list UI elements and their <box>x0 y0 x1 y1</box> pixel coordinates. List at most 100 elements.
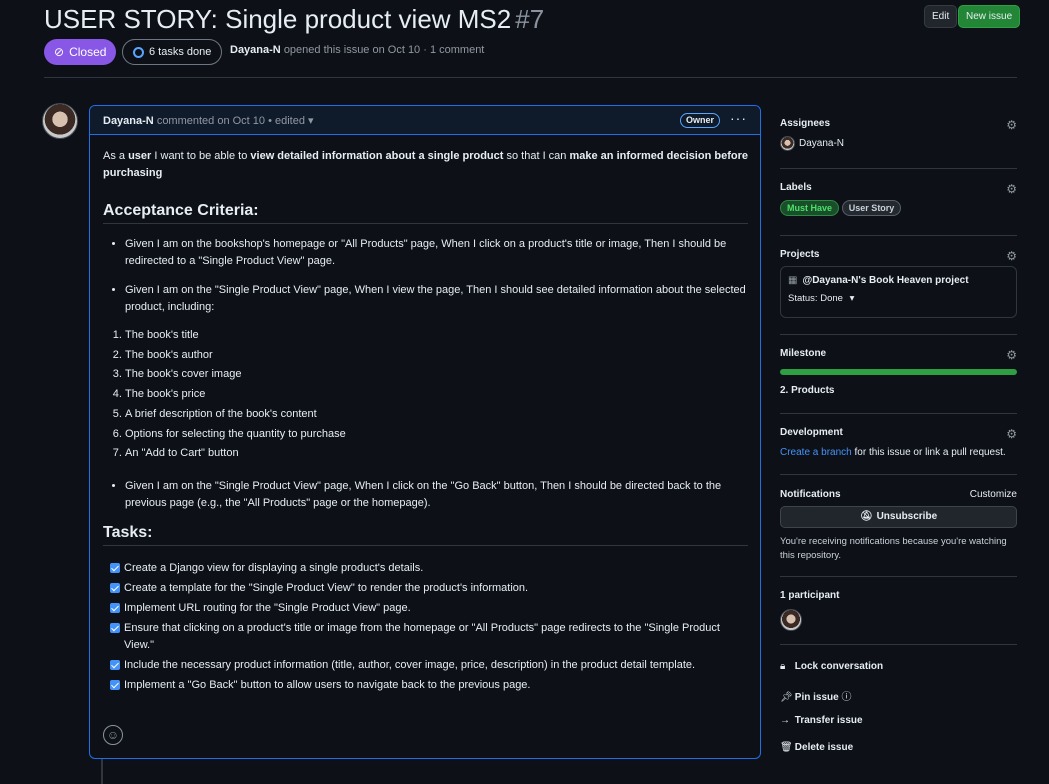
gear-icon[interactable]: ⚙ <box>1006 427 1017 441</box>
comment-body: As a user I want to be able to view deta… <box>103 148 748 697</box>
lock-conversation-action[interactable]: 🔒︎ Lock conversation <box>780 661 883 672</box>
comment-header: Dayana-N commented on Oct 10 • edited ▾ … <box>90 106 760 135</box>
task-checkbox[interactable] <box>110 659 120 670</box>
task-checkbox[interactable] <box>110 582 120 593</box>
pin-icon: 📌︎ <box>780 692 793 703</box>
development-desc: for this issue or link a pull request. <box>851 447 1006 458</box>
participant-list <box>780 609 1017 631</box>
issue-number: #7 <box>515 4 545 34</box>
edit-button[interactable]: Edit <box>924 5 958 28</box>
tasks-done-badge[interactable]: 6 tasks done <box>122 39 223 65</box>
timeline-line <box>101 755 103 784</box>
project-row[interactable]: ▦ @Dayana-N's Book Heaven project <box>788 275 1009 286</box>
create-branch-link[interactable]: Create a branch <box>780 447 852 458</box>
label-must-have[interactable]: Must Have <box>780 200 840 216</box>
pin-issue-action[interactable]: 📌︎ Pin issue ⓘ <box>780 688 851 703</box>
lock-icon: 🔒︎ <box>780 661 786 672</box>
action-label: Transfer issue <box>794 715 863 726</box>
avatar[interactable] <box>42 103 78 139</box>
task-checkbox[interactable] <box>110 562 120 573</box>
action-label: Pin issue <box>794 692 839 703</box>
tasks-heading: Tasks: <box>103 524 748 546</box>
assignees-heading: Assignees <box>780 118 831 129</box>
task-label: Ensure that clicking on a product's titl… <box>124 621 720 651</box>
story-bold: user <box>128 150 152 162</box>
new-issue-button[interactable]: New issue <box>958 5 1021 28</box>
project-status[interactable]: Status: Done ▾ <box>788 293 1009 304</box>
trash-icon: 🗑︎ <box>780 742 793 753</box>
criteria-list: Given I am on the bookshop's homepage or… <box>103 236 748 316</box>
task-checkbox[interactable] <box>110 679 120 690</box>
list-item: Given I am on the bookshop's homepage or… <box>125 236 748 270</box>
task-item: Include the necessary product informatio… <box>103 657 748 674</box>
divider <box>780 474 1017 475</box>
delete-issue-action[interactable]: 🗑︎ Delete issue <box>780 742 853 753</box>
task-checkbox[interactable] <box>110 602 120 613</box>
assignee-row[interactable]: Dayana-N <box>780 136 1017 151</box>
unsubscribe-button[interactable]: 🔕︎ Unsubscribe <box>780 506 1017 528</box>
check-circle-icon: ⊘ <box>54 45 65 59</box>
arrow-right-icon: → <box>780 715 790 726</box>
development-heading: Development <box>780 427 843 438</box>
list-item: Given I am on the "Single Product View" … <box>125 478 748 512</box>
unsubscribe-label: Unsubscribe <box>876 511 938 522</box>
story-bold: view detailed information about a single… <box>250 150 504 162</box>
gear-icon[interactable]: ⚙ <box>1006 182 1017 196</box>
project-status-label: Status: Done <box>788 293 843 304</box>
task-checkbox[interactable] <box>110 622 120 633</box>
divider <box>780 644 1017 645</box>
participants-section: 1 participant <box>780 590 1017 631</box>
divider <box>780 168 1017 169</box>
milestone-name[interactable]: 2. Products <box>780 385 1017 396</box>
labels-section: Labels ⚙ Must Have User Story <box>780 182 1017 216</box>
list-item: A brief description of the book's conten… <box>125 405 748 425</box>
divider <box>780 235 1017 236</box>
gear-icon[interactable]: ⚙ <box>1006 348 1017 362</box>
action-label: Lock conversation <box>794 661 884 672</box>
milestone-section: Milestone ⚙ 2. Products <box>780 348 1017 396</box>
customize-link[interactable]: Customize <box>970 489 1017 500</box>
gear-icon[interactable]: ⚙ <box>1006 249 1017 263</box>
task-item: Create a template for the "Single Produc… <box>103 580 748 597</box>
divider <box>780 576 1017 577</box>
list-item: The book's author <box>125 346 748 366</box>
info-icon: ⓘ <box>841 692 852 703</box>
notification-text: You're receiving notifications because y… <box>780 536 1007 561</box>
smiley-icon[interactable]: ☺ <box>103 725 123 745</box>
development-section: Development ⚙ Create a branch for this i… <box>780 427 1017 458</box>
tasks-done-label: 6 tasks done <box>149 46 212 58</box>
owner-badge: Owner <box>680 113 721 128</box>
gear-icon[interactable]: ⚙ <box>1006 118 1017 132</box>
development-text: Create a branch for this issue or link a… <box>780 447 1017 458</box>
divider <box>780 334 1017 335</box>
project-name: @Dayana-N's Book Heaven project <box>802 275 969 286</box>
story-part: As a <box>103 150 129 162</box>
table-icon: ▦ <box>788 275 798 286</box>
comment-author[interactable]: Dayana-N <box>103 115 154 127</box>
issue-title-text: USER STORY: Single product view MS2 <box>44 4 512 34</box>
task-label: Include the necessary product informatio… <box>124 658 696 671</box>
list-item: The book's price <box>125 385 748 405</box>
issue-author-link[interactable]: Dayana-N <box>230 44 281 56</box>
assignees-section: Assignees ⚙ Dayana-N <box>780 118 1017 151</box>
transfer-issue-action[interactable]: → Transfer issue <box>780 715 863 726</box>
comment-meta: Dayana-N commented on Oct 10 • edited ▾ <box>103 114 314 127</box>
user-story-text: As a user I want to be able to view deta… <box>103 148 748 182</box>
avatar[interactable] <box>780 609 802 631</box>
issue-meta: Dayana-N opened this issue on Oct 10 · 1… <box>230 44 484 56</box>
chevron-down-icon: ▾ <box>849 293 855 304</box>
bell-slash-icon: 🔕︎ <box>859 511 873 522</box>
chevron-down-icon[interactable]: ▾ <box>308 115 314 127</box>
list-item: Given I am on the "Single Product View" … <box>125 282 748 316</box>
projects-heading: Projects <box>780 249 820 260</box>
comment-meta-text[interactable]: commented on Oct 10 • edited <box>157 115 305 127</box>
criteria-list-2: Given I am on the "Single Product View" … <box>103 478 748 512</box>
progress-ring-icon <box>133 46 144 58</box>
assignee-name: Dayana-N <box>799 138 845 150</box>
project-card: ▦ @Dayana-N's Book Heaven project Status:… <box>780 266 1017 318</box>
more-options-icon[interactable]: ··· <box>730 110 747 126</box>
list-item: The book's cover image <box>125 365 748 385</box>
label-user-story[interactable]: User Story <box>841 200 902 216</box>
projects-section: Projects ⚙ ▦ @Dayana-N's Book Heaven proj… <box>780 249 1017 318</box>
milestone-heading: Milestone <box>780 348 827 359</box>
